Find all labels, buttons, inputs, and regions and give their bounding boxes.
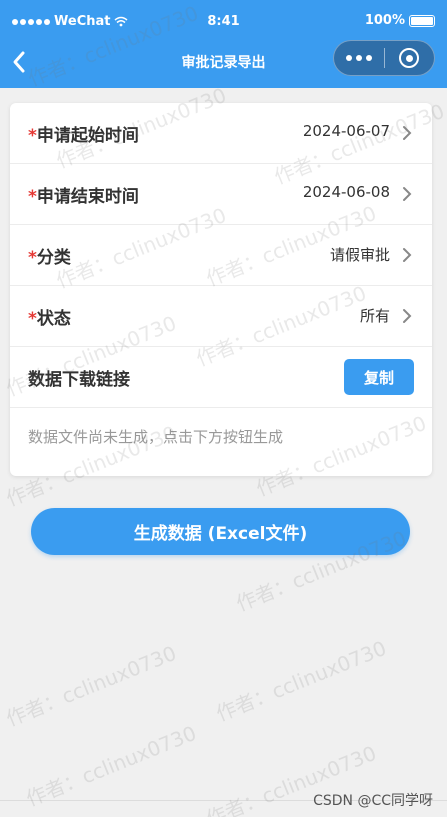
close-mini-program-button[interactable] [385,48,434,68]
battery-icon [409,14,435,27]
export-form-card: *申请起始时间 2024-06-07 *申请结束时间 2024-06-08 *分… [10,103,432,476]
row-category[interactable]: *分类 请假审批 [10,225,432,286]
required-mark: * [28,187,37,207]
required-mark: * [28,248,37,268]
watermark: 作者：cclinux0730 [212,635,390,726]
watermark: 作者：cclinux0730 [2,640,180,731]
category-label-text: 分类 [36,248,71,268]
start-date-label-text: 申请起始时间 [36,126,139,146]
target-circle-icon [399,48,420,68]
chevron-right-icon [403,126,412,140]
required-mark: * [28,309,37,329]
battery-percent: 100% [364,13,405,28]
chevron-right-icon [403,187,412,201]
status-bar: WeChat 8:41 100% [0,0,447,36]
end-date-value: 2024-06-08 [302,183,390,201]
category-label: *分类 [28,243,71,268]
watermark: 作者：cclinux0730 [22,720,200,811]
nav-bar: 审批记录导出 [0,36,447,88]
status-value: 所有 [359,307,390,325]
row-end-date[interactable]: *申请结束时间 2024-06-08 [10,164,432,225]
row-start-date[interactable]: *申请起始时间 2024-06-07 [10,103,432,164]
chevron-right-icon [403,248,412,262]
status-label-text: 状态 [36,309,71,329]
row-download-link: 数据下载链接 复制 [10,347,432,408]
top-bar: WeChat 8:41 100% 审批记录导出 [0,0,447,88]
start-date-label: *申请起始时间 [28,121,139,146]
status-label: *状态 [28,304,71,329]
more-dots-icon[interactable] [334,55,384,61]
copy-button[interactable]: 复制 [344,359,414,395]
category-value: 请假审批 [329,246,390,264]
end-date-label-text: 申请结束时间 [36,187,139,207]
end-date-label: *申请结束时间 [28,182,139,207]
chevron-right-icon [403,309,412,323]
mini-program-capsule [333,40,435,76]
battery: 100% [365,13,435,28]
csdn-credit: CSDN @CC同学呀 [313,793,433,809]
download-hint: 数据文件尚未生成，点击下方按钮生成 [28,428,284,446]
generate-data-button[interactable]: 生成数据 (Excel文件) [31,508,410,555]
required-mark: * [28,126,37,146]
download-link-label: 数据下载链接 [28,370,130,390]
start-date-value: 2024-06-07 [302,122,390,140]
row-status[interactable]: *状态 所有 [10,286,432,347]
